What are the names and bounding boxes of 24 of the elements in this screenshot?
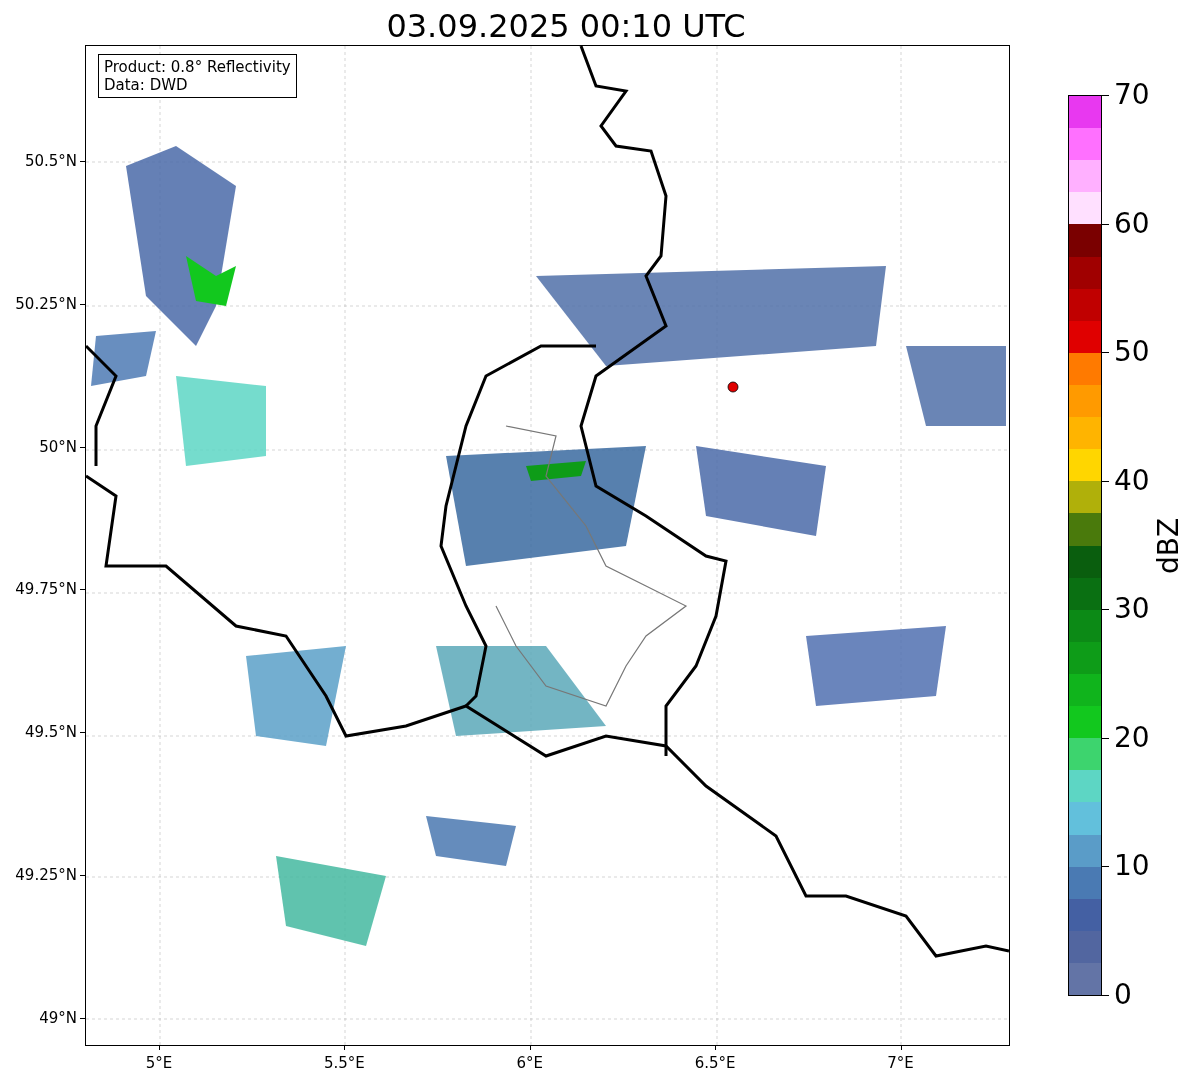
info-text: Product: 0.8° Reflectivity — [104, 58, 291, 76]
scale-label: 50 — [1114, 337, 1150, 368]
scale-label: 0 — [1114, 980, 1132, 1010]
longitude-label: 5.5°E — [323, 1054, 365, 1072]
latitude-label: 49.5°N — [24, 723, 77, 742]
chart-title: 03.09.2025 00:10 UTC — [386, 7, 746, 45]
scale-label: 30 — [1114, 594, 1150, 625]
scale-label: 40 — [1114, 465, 1150, 496]
longitude-label: 6°E — [516, 1054, 544, 1072]
info-text: Data: DWD — [104, 76, 189, 94]
latitude-label: 49.25°N — [15, 866, 77, 884]
longitude-label: 6.5°E — [694, 1054, 736, 1072]
longitude-label: 5°E — [145, 1054, 173, 1072]
longitude-label: 7°E — [887, 1054, 914, 1072]
scale-label: 70 — [1114, 80, 1150, 110]
scale-label: 60 — [1114, 208, 1150, 239]
scale-label: 20 — [1114, 722, 1150, 753]
latitude-label: 50°N — [39, 437, 77, 456]
unit-label: dBZ — [1151, 517, 1185, 574]
latitude-label: 49°N — [39, 1008, 77, 1027]
latitude-label: 50.25°N — [15, 294, 77, 313]
scale-label: 10 — [1114, 851, 1150, 882]
latitude-label: 50.5°N — [24, 152, 77, 170]
latitude-label: 49.75°N — [15, 580, 77, 599]
